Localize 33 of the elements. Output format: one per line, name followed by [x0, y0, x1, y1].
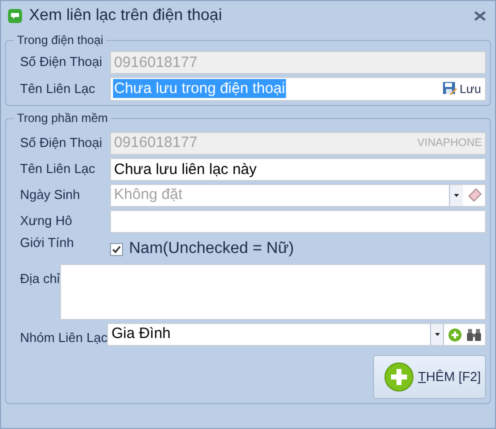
group-value: Gia Đình — [111, 324, 171, 344]
group-title: Trong phần mềm — [16, 110, 109, 127]
field-label: Nhóm Liên Lạc — [19, 330, 108, 345]
chat-bubble-icon — [7, 8, 23, 24]
address-field[interactable] — [60, 264, 486, 320]
field-label: Số Điện Thoại — [19, 53, 104, 71]
plus-icon — [384, 362, 414, 392]
field-label: Tên Liên Lạc — [19, 80, 96, 98]
group-title: Trong điện thoại — [16, 32, 104, 49]
field-label: Địa chỉ — [19, 271, 60, 286]
caret-icon — [454, 194, 459, 196]
field-label: Tên Liên Lạc — [19, 160, 96, 178]
group-field[interactable]: Gia Đình — [107, 323, 486, 346]
dropdown-button[interactable] — [430, 324, 444, 345]
field-label: Giới Tính — [19, 234, 75, 252]
dropdown-button[interactable] — [449, 184, 463, 206]
selected-text: Chưa lưu trong điện thoại — [113, 79, 286, 98]
field-label: Ngày Sinh — [19, 186, 81, 204]
checkbox-label: Nam(Unchecked = Nữ) — [129, 239, 294, 259]
gender-checkbox[interactable] — [110, 242, 123, 256]
field-label: Xưng Hô — [19, 212, 74, 230]
name-field[interactable]: Chưa lưu trong điện thoại Lưu — [110, 76, 486, 100]
caret-icon — [434, 333, 440, 336]
carrier-name: VINAPHONE — [417, 136, 482, 151]
name-field[interactable]: Chưa lưu liên lạc này — [110, 158, 486, 180]
field-label: Số Điện Thoại — [19, 134, 104, 152]
title-field[interactable] — [110, 210, 486, 232]
window-title: Xem liên lạc trên điện thoại — [29, 6, 222, 26]
binoculars-icon[interactable] — [466, 328, 482, 342]
save-button[interactable]: Lưu — [440, 80, 483, 98]
phone-number: 0916018177 — [114, 132, 198, 153]
placeholder-text: Không đặt — [114, 184, 182, 205]
add-button[interactable]: THÊM [F2] — [373, 355, 486, 399]
